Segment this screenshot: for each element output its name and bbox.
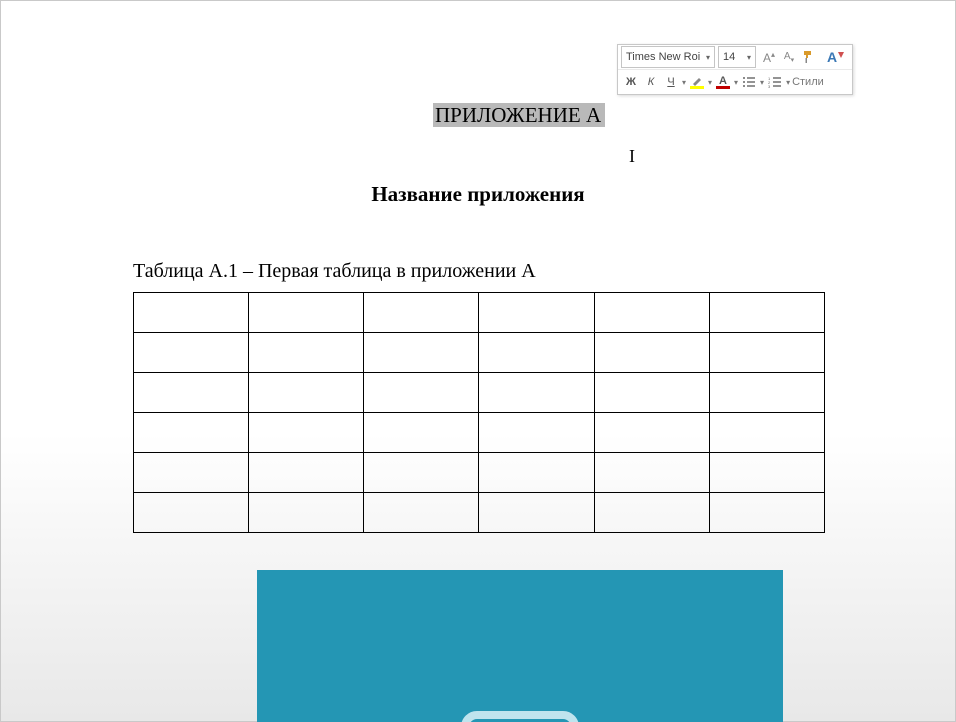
table-row <box>134 333 825 373</box>
highlight-icon <box>688 72 706 92</box>
grow-font-button[interactable]: A▴ <box>760 47 778 67</box>
font-family-value: Times New Roi <box>622 51 702 63</box>
shrink-font-button[interactable]: A▾ <box>780 47 798 67</box>
font-size-combo[interactable]: 14 ▾ <box>718 46 756 68</box>
text-cursor-ibeam: I <box>629 146 635 167</box>
bullet-list-button[interactable]: ▾ <box>739 72 765 92</box>
appendix-table[interactable] <box>133 292 825 533</box>
highlight-color-button[interactable]: ▾ <box>687 72 713 92</box>
font-size-value: 14 <box>719 51 743 63</box>
bullet-list-icon <box>740 72 758 92</box>
styles-button[interactable]: A <box>823 50 849 64</box>
underline-button[interactable]: Ч ▾ <box>661 72 687 92</box>
table-caption[interactable]: Таблица А.1 – Первая таблица в приложени… <box>133 260 536 283</box>
mini-format-toolbar: Times New Roi ▾ 14 ▾ A▴ A▾ A Ж К Ч ▾ <box>617 44 853 95</box>
document-body[interactable]: ПРИЛОЖЕНИЕ А I Название приложения Табли… <box>0 0 956 722</box>
font-family-combo[interactable]: Times New Roi ▾ <box>621 46 715 68</box>
table-row <box>134 293 825 333</box>
chevron-down-icon: ▾ <box>702 53 714 62</box>
svg-text:A: A <box>827 50 837 64</box>
appendix-subtitle[interactable]: Название приложения <box>0 182 956 207</box>
image-placeholder[interactable] <box>257 570 783 722</box>
table-row <box>134 373 825 413</box>
chevron-down-icon: ▾ <box>785 78 791 87</box>
italic-button[interactable]: К <box>642 72 660 92</box>
styles-label[interactable]: Стили <box>792 72 824 92</box>
svg-text:3: 3 <box>768 84 771 88</box>
font-color-button[interactable]: А ▾ <box>713 72 739 92</box>
shrink-font-icon: A▾ <box>784 51 794 64</box>
numbered-list-button[interactable]: 1 2 3 ▾ <box>765 72 791 92</box>
table-row <box>134 453 825 493</box>
grow-font-icon: A▴ <box>763 50 775 65</box>
styles-icon: A <box>827 50 845 64</box>
appendix-title-selected[interactable]: ПРИЛОЖЕНИЕ А <box>433 103 605 127</box>
table-row <box>134 413 825 453</box>
bold-button[interactable]: Ж <box>622 72 640 92</box>
underline-icon: Ч <box>662 72 680 92</box>
format-painter-button[interactable] <box>800 47 818 67</box>
numbered-list-icon: 1 2 3 <box>766 72 784 92</box>
chevron-down-icon: ▾ <box>743 53 755 62</box>
font-color-icon: А <box>714 72 732 92</box>
format-painter-icon <box>802 50 816 64</box>
table-row <box>134 493 825 533</box>
